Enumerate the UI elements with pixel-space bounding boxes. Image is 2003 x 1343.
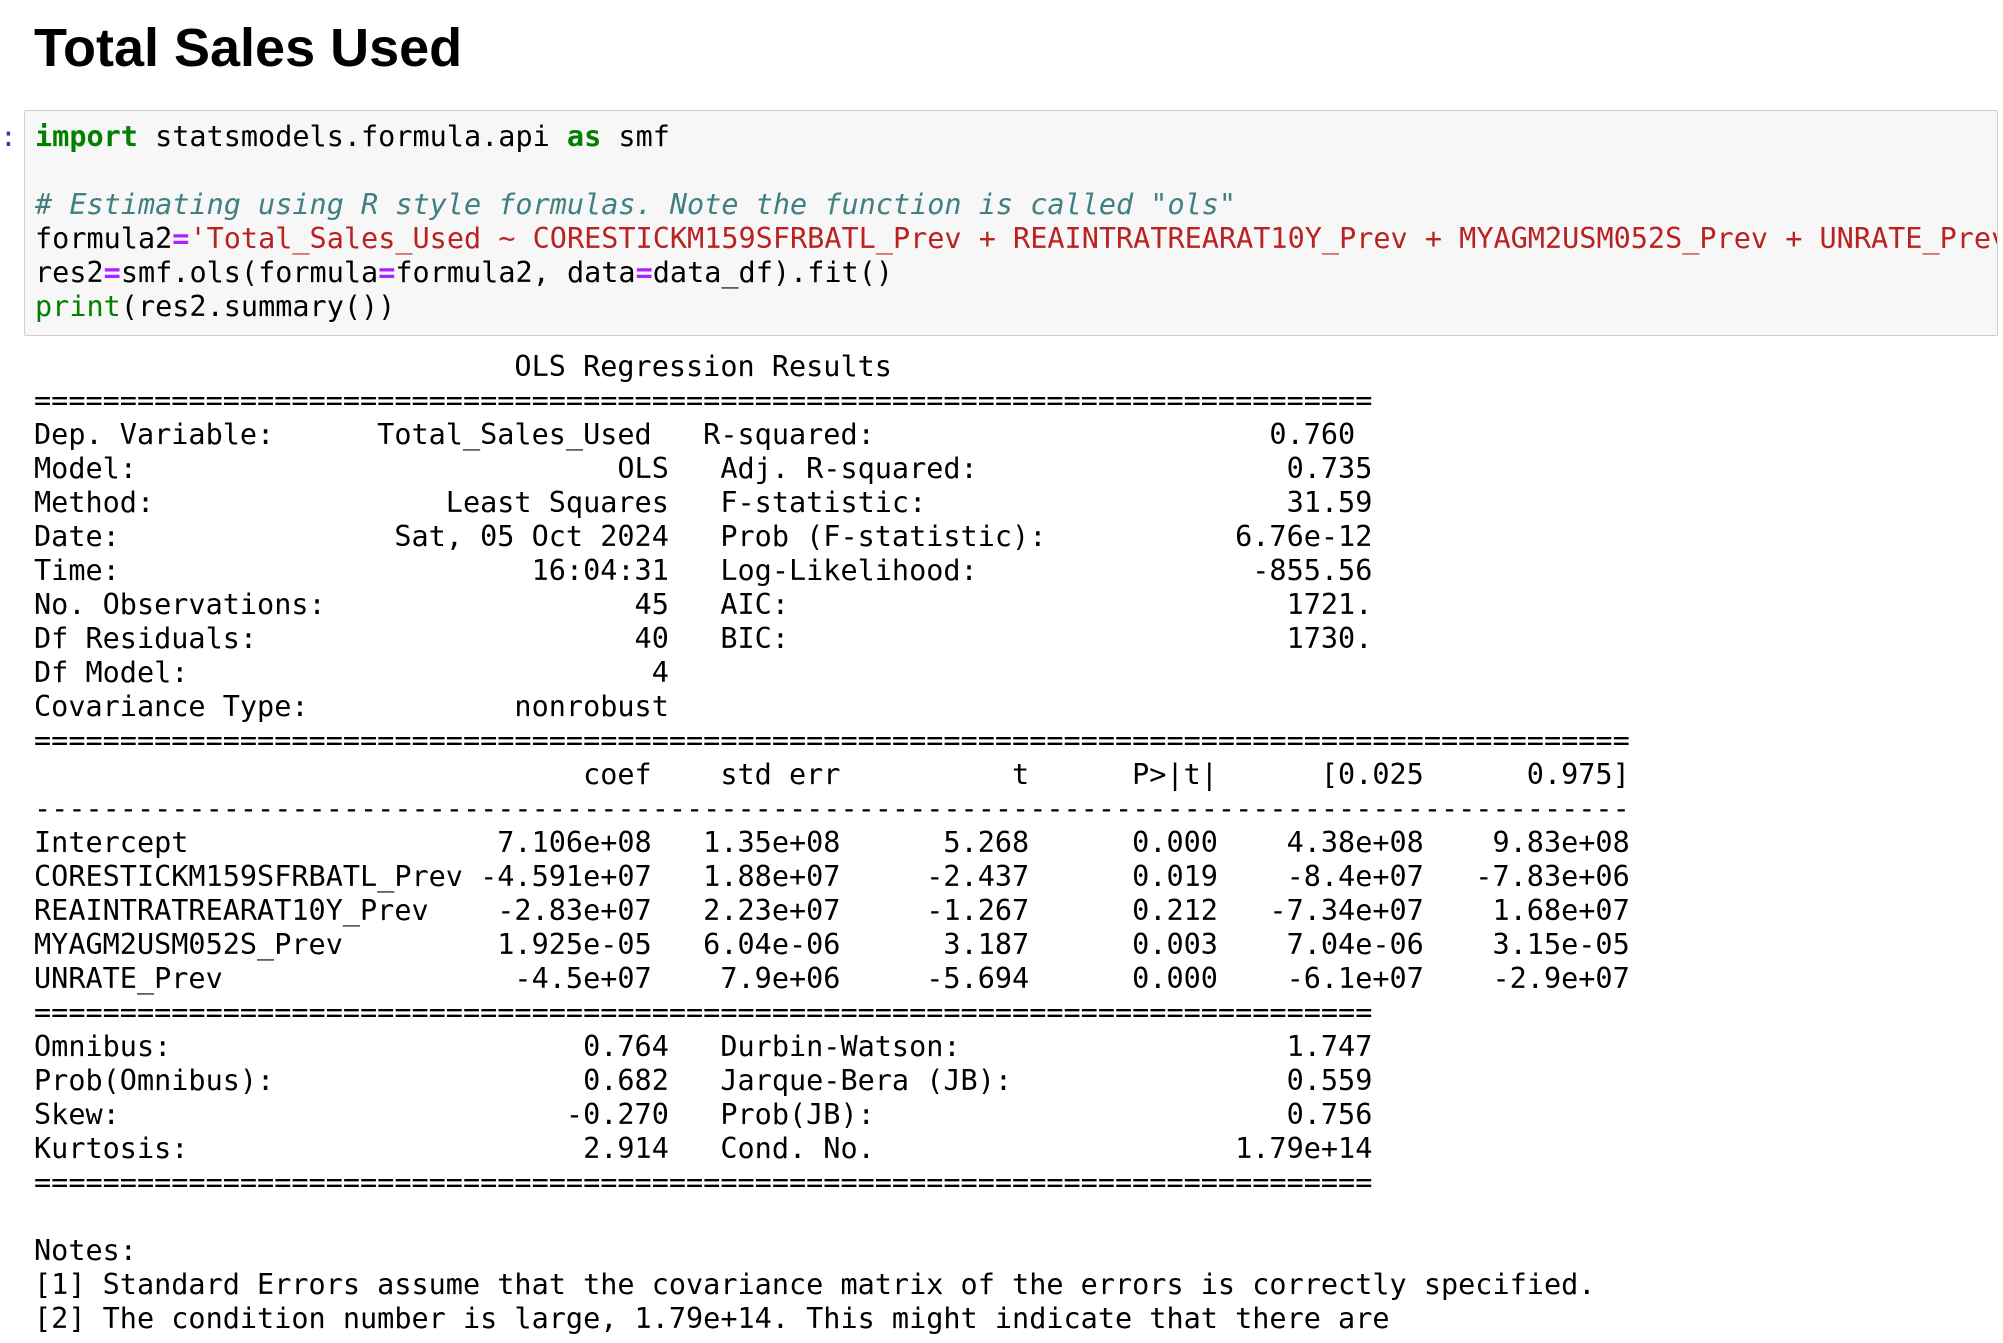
code-text: res2 bbox=[35, 256, 104, 289]
section-heading: Total Sales Used bbox=[34, 18, 463, 78]
cell-output: OLS Regression Results =================… bbox=[34, 350, 1630, 1336]
output-line: Df Model: 4 bbox=[34, 656, 1373, 689]
output-line: Skew: -0.270 Prob(JB): 0.756 bbox=[34, 1098, 1373, 1131]
output-line: [2] The condition number is large, 1.79e… bbox=[34, 1302, 1390, 1335]
output-line: Intercept 7.106e+08 1.35e+08 5.268 0.000… bbox=[34, 826, 1630, 859]
code-line-4: res2=smf.ols(formula=formula2, data=data… bbox=[35, 256, 893, 289]
operator-equals: = bbox=[635, 256, 653, 289]
keyword-as: as bbox=[566, 120, 602, 153]
output-line: Date: Sat, 05 Oct 2024 Prob (F-statistic… bbox=[34, 520, 1373, 553]
output-line: REAINTRATREARAT10Y_Prev -2.83e+07 2.23e+… bbox=[34, 894, 1630, 927]
code-text: formula2, data bbox=[395, 256, 636, 289]
cell-prompt: : bbox=[0, 120, 17, 153]
output-line: ----------------------------------------… bbox=[34, 792, 1630, 825]
code-comment: # Estimating using R style formulas. Not… bbox=[35, 188, 1237, 221]
code-text: (res2.summary()) bbox=[120, 290, 396, 323]
output-line: Kurtosis: 2.914 Cond. No. 1.79e+14 bbox=[34, 1132, 1373, 1165]
output-line: ========================================… bbox=[34, 1166, 1373, 1199]
output-line: UNRATE_Prev -4.5e+07 7.9e+06 -5.694 0.00… bbox=[34, 962, 1630, 995]
code-text: smf bbox=[601, 120, 670, 153]
output-line: [1] Standard Errors assume that the cova… bbox=[34, 1268, 1596, 1301]
output-line: Covariance Type: nonrobust bbox=[34, 690, 1373, 723]
builtin-print: print bbox=[35, 290, 121, 323]
output-line: Time: 16:04:31 Log-Likelihood: -855.56 bbox=[34, 554, 1373, 587]
keyword-import: import bbox=[35, 120, 138, 153]
output-line: Dep. Variable: Total_Sales_Used R-square… bbox=[34, 418, 1356, 451]
code-text: formula2 bbox=[35, 222, 173, 255]
code-line-3: formula2='Total_Sales_Used ~ CORESTICKM1… bbox=[35, 222, 1998, 255]
code-cell[interactable]: import statsmodels.formula.api as smf # … bbox=[24, 110, 1998, 336]
output-line: Df Residuals: 40 BIC: 1730. bbox=[34, 622, 1373, 655]
code-text: statsmodels.formula.api bbox=[137, 120, 567, 153]
output-line: Notes: bbox=[34, 1234, 137, 1267]
output-line: OLS Regression Results bbox=[34, 350, 1373, 383]
operator-equals: = bbox=[172, 222, 190, 255]
code-text: data_df).fit() bbox=[652, 256, 893, 289]
output-line: CORESTICKM159SFRBATL_Prev -4.591e+07 1.8… bbox=[34, 860, 1630, 893]
output-line: ========================================… bbox=[34, 384, 1373, 417]
output-line: Prob(Omnibus): 0.682 Jarque-Bera (JB): 0… bbox=[34, 1064, 1373, 1097]
code-text: smf.ols(formula bbox=[120, 256, 379, 289]
output-line: Omnibus: 0.764 Durbin-Watson: 1.747 bbox=[34, 1030, 1373, 1063]
code-editor[interactable]: import statsmodels.formula.api as smf # … bbox=[25, 111, 1997, 324]
output-line: Method: Least Squares F-statistic: 31.59 bbox=[34, 486, 1373, 519]
operator-equals: = bbox=[378, 256, 396, 289]
code-line-1: import statsmodels.formula.api as smf bbox=[35, 120, 670, 153]
output-line: Model: OLS Adj. R-squared: 0.735 bbox=[34, 452, 1373, 485]
operator-equals: = bbox=[103, 256, 121, 289]
output-line: MYAGM2USM052S_Prev 1.925e-05 6.04e-06 3.… bbox=[34, 928, 1630, 961]
code-string: 'Total_Sales_Used ~ CORESTICKM159SFRBATL… bbox=[189, 222, 1998, 255]
output-line: coef std err t P>|t| [0.025 0.975] bbox=[34, 758, 1630, 791]
output-line: ========================================… bbox=[34, 724, 1630, 757]
output-line: No. Observations: 45 AIC: 1721. bbox=[34, 588, 1373, 621]
code-line-5: print(res2.summary()) bbox=[35, 290, 395, 323]
output-line: ========================================… bbox=[34, 996, 1373, 1029]
